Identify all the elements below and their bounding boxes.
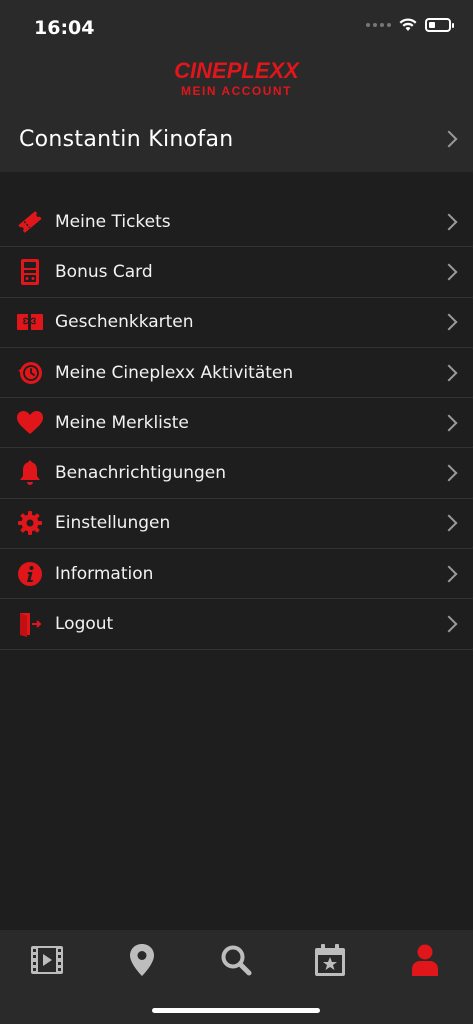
- menu-item-activities[interactable]: Meine Cineplexx Aktivitäten: [0, 348, 473, 399]
- cellular-signal-icon: [366, 23, 391, 27]
- gear-icon: [16, 509, 44, 537]
- profile-name: Constantin Kinofan: [19, 126, 234, 152]
- menu-item-label: Einstellungen: [55, 513, 171, 534]
- profile-row[interactable]: Constantin Kinofan: [0, 106, 473, 172]
- chevron-right-icon: [440, 414, 458, 432]
- gift-card-icon: [16, 308, 44, 336]
- wifi-icon: [399, 18, 417, 31]
- bonus-card-icon: [16, 258, 44, 286]
- chevron-right-icon: [440, 565, 458, 583]
- menu-item-gift-cards[interactable]: Geschenkkarten: [0, 298, 473, 348]
- menu-item-logout[interactable]: Logout: [0, 599, 473, 650]
- app-header: CINEPLEXX MEIN ACCOUNT: [0, 56, 473, 106]
- tab-cinemas[interactable]: [122, 940, 162, 980]
- history-icon: [16, 359, 44, 387]
- battery-icon: [425, 18, 454, 32]
- page-title: MEIN ACCOUNT: [181, 84, 292, 98]
- location-pin-icon: [130, 944, 154, 976]
- tab-program[interactable]: [310, 940, 350, 980]
- chevron-right-icon: [440, 615, 458, 633]
- logout-icon: [16, 610, 44, 638]
- menu-item-settings[interactable]: Einstellungen: [0, 499, 473, 550]
- status-time: 16:04: [34, 17, 95, 39]
- chevron-right-icon: [440, 464, 458, 482]
- menu-item-label: Bonus Card: [55, 261, 153, 282]
- tab-search[interactable]: [216, 940, 256, 980]
- info-icon: [16, 560, 44, 588]
- tab-films[interactable]: [27, 940, 67, 980]
- search-icon: [221, 945, 252, 976]
- home-indicator: [152, 1008, 320, 1013]
- status-indicators: [366, 18, 454, 32]
- menu-item-tickets[interactable]: Meine Tickets: [0, 197, 473, 248]
- film-icon: [31, 946, 63, 974]
- menu-item-label: Benachrichtigungen: [55, 463, 227, 484]
- menu-item-label: Information: [55, 563, 154, 584]
- bell-icon: [16, 459, 44, 487]
- chevron-right-icon: [440, 364, 458, 382]
- menu-item-label: Meine Tickets: [55, 211, 171, 232]
- chevron-right-icon: [440, 514, 458, 532]
- chevron-right-icon: [440, 130, 458, 148]
- menu-item-label: Geschenkkarten: [55, 312, 194, 333]
- brand-logo: CINEPLEXX: [174, 58, 299, 83]
- menu-item-label: Meine Cineplexx Aktivitäten: [55, 362, 294, 383]
- chevron-right-icon: [440, 263, 458, 281]
- menu-item-watchlist[interactable]: Meine Merkliste: [0, 398, 473, 449]
- menu-item-label: Meine Merkliste: [55, 412, 189, 433]
- chevron-right-icon: [440, 313, 458, 331]
- menu-item-notifications[interactable]: Benachrichtigungen: [0, 448, 473, 499]
- status-bar: 16:04: [0, 0, 473, 56]
- menu-item-information[interactable]: Information: [0, 549, 473, 600]
- tab-account[interactable]: [405, 940, 445, 980]
- chevron-right-icon: [440, 213, 458, 231]
- menu-item-label: Logout: [55, 614, 114, 635]
- heart-icon: [16, 409, 44, 437]
- ticket-icon: [16, 208, 44, 236]
- calendar-star-icon: [315, 944, 345, 976]
- menu-item-bonus-card[interactable]: Bonus Card: [0, 247, 473, 298]
- account-menu: Meine Tickets Bonus Card Geschenkkarten: [0, 197, 473, 650]
- account-icon: [412, 944, 438, 976]
